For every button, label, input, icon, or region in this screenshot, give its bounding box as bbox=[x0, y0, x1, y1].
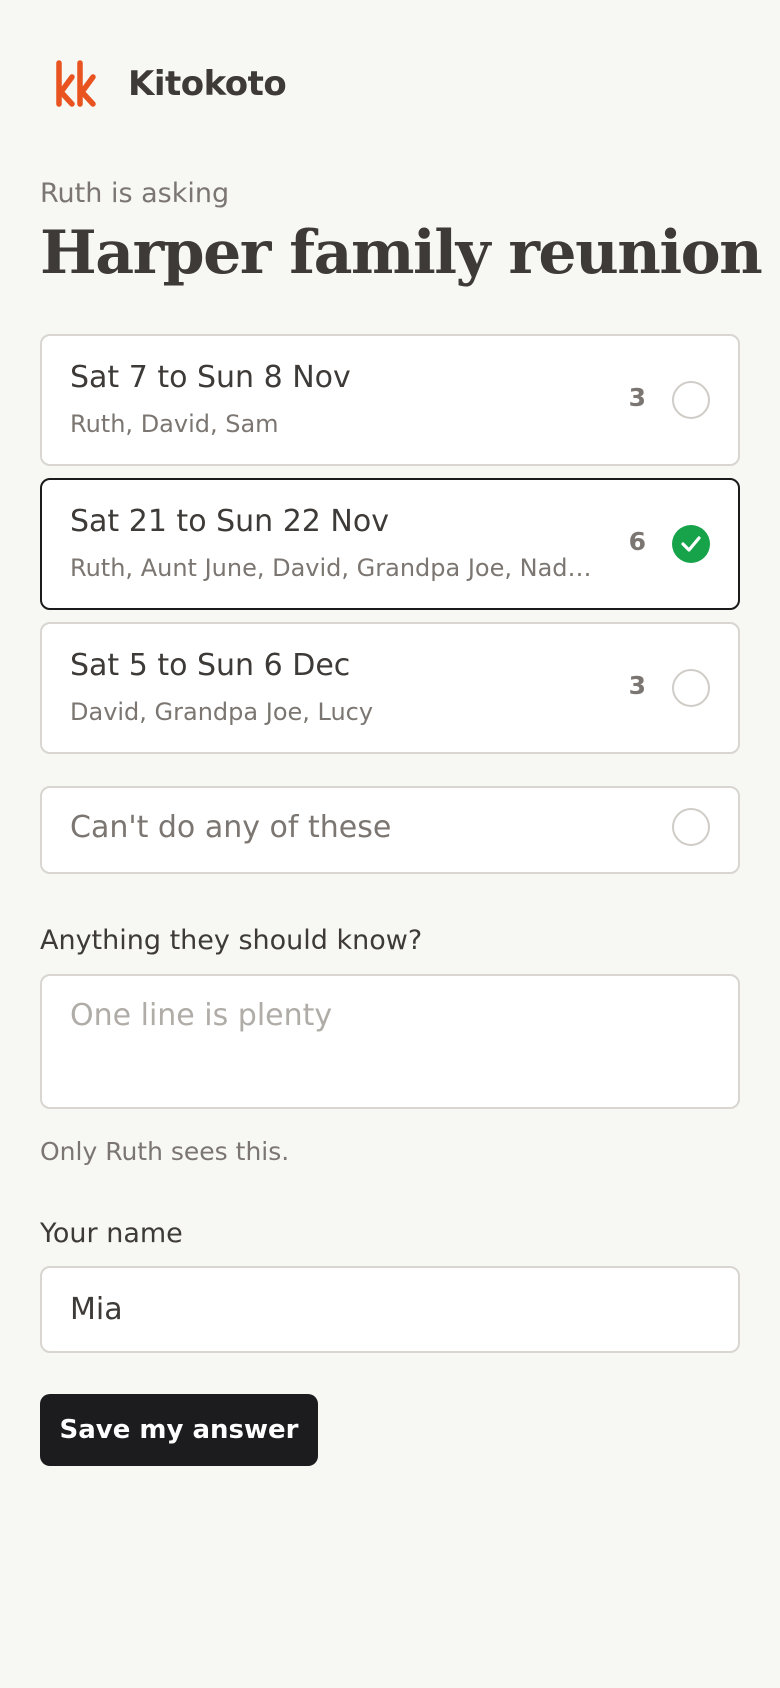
note-helper-text: Only Ruth sees this. bbox=[40, 1137, 290, 1166]
date-option-2[interactable]: Sat 21 to Sun 22 Nov Ruth, Aunt June, Da… bbox=[40, 478, 740, 610]
name-input[interactable] bbox=[40, 1266, 740, 1353]
option-date: Sat 5 to Sun 6 Dec bbox=[70, 648, 351, 683]
option-vote-count: 3 bbox=[628, 671, 646, 700]
note-textarea[interactable] bbox=[40, 974, 740, 1109]
option-vote-count: 3 bbox=[628, 383, 646, 412]
radio-unchecked-icon[interactable] bbox=[672, 669, 710, 707]
page-title: Harper family reunion bbox=[40, 218, 763, 288]
none-option[interactable]: Can't do any of these bbox=[40, 786, 740, 874]
option-date: Sat 21 to Sun 22 Nov bbox=[70, 504, 389, 539]
kitokoto-logo-icon bbox=[54, 60, 98, 108]
date-option-1[interactable]: Sat 7 to Sun 8 Nov Ruth, David, Sam 3 bbox=[40, 334, 740, 466]
option-people: David, Grandpa Joe, Lucy bbox=[70, 698, 374, 726]
save-answer-button[interactable]: Save my answer bbox=[40, 1394, 318, 1466]
asker-line: Ruth is asking bbox=[40, 178, 230, 209]
header: Kitokoto bbox=[54, 58, 287, 110]
option-date: Sat 7 to Sun 8 Nov bbox=[70, 360, 351, 395]
option-people: Ruth, Aunt June, David, Grandpa Joe, Nad… bbox=[70, 554, 592, 582]
option-vote-count: 6 bbox=[628, 527, 646, 556]
option-people: Ruth, David, Sam bbox=[70, 410, 279, 438]
checkmark-icon[interactable] bbox=[672, 525, 710, 563]
note-label: Anything they should know? bbox=[40, 925, 423, 956]
radio-unchecked-icon[interactable] bbox=[672, 808, 710, 846]
name-label: Your name bbox=[40, 1218, 183, 1249]
brand-name: Kitokoto bbox=[128, 64, 287, 104]
radio-unchecked-icon[interactable] bbox=[672, 381, 710, 419]
none-option-label: Can't do any of these bbox=[70, 810, 392, 845]
date-option-3[interactable]: Sat 5 to Sun 6 Dec David, Grandpa Joe, L… bbox=[40, 622, 740, 754]
